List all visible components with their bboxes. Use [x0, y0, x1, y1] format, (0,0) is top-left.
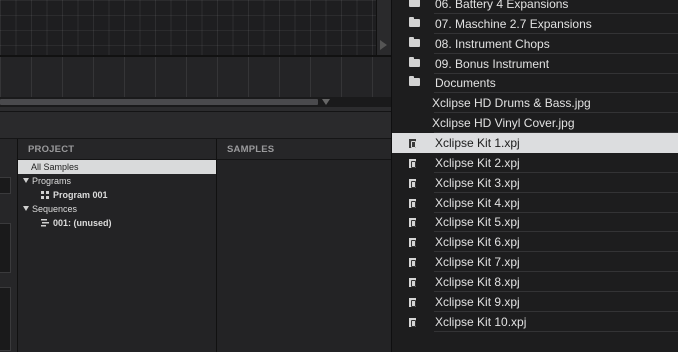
scroll-down-arrow-icon[interactable] [322, 99, 330, 105]
file-icon [409, 198, 416, 208]
tree-item-program-001[interactable]: Program 001 [18, 188, 216, 202]
browser-item[interactable]: Xclipse Kit 10.xpj [392, 312, 678, 332]
folder-icon [409, 16, 420, 27]
scroll-right-arrow-icon[interactable] [380, 40, 387, 50]
panel-toolbar [0, 112, 391, 139]
expand-triangle-icon[interactable] [23, 206, 29, 212]
file-icon [409, 218, 416, 228]
browser-item-label: Xclipse HD Drums & Bass.jpg [432, 96, 591, 111]
tree-item-programs[interactable]: Programs [18, 174, 216, 188]
browser-item[interactable]: Xclipse Kit 4.xpj [392, 193, 678, 213]
browser-item-label: Xclipse Kit 7.xpj [435, 255, 520, 270]
horizontal-scrollbar[interactable] [0, 97, 391, 107]
browser-item[interactable]: Xclipse Kit 1.xpj [392, 132, 678, 153]
row-divider [434, 330, 678, 332]
tree-item-label: 001: (unused) [53, 218, 112, 228]
tree-item-label: Programs [32, 176, 72, 186]
browser-item[interactable]: Xclipse HD Vinyl Cover.jpg [392, 113, 678, 134]
file-icon [409, 158, 416, 168]
browser-item[interactable]: 07. Maschine 2.7 Expansions [392, 14, 678, 34]
file-icon [409, 317, 416, 327]
scrollbar-thumb[interactable] [0, 99, 318, 105]
file-icon [409, 178, 416, 188]
browser-item[interactable]: Documents [392, 73, 678, 94]
file-icon [409, 277, 416, 287]
browser-item-label: 08. Instrument Chops [435, 36, 550, 51]
vertical-scrollbar[interactable] [376, 0, 391, 55]
side-strip [0, 139, 18, 352]
browser-item-label: Xclipse Kit 3.xpj [435, 175, 520, 190]
tree-item-sequence-001[interactable]: 001: (unused) [18, 216, 216, 230]
file-icon [409, 258, 416, 268]
tree-item-all-samples[interactable]: All Samples [18, 160, 216, 174]
browser-item-label: 07. Maschine 2.7 Expansions [435, 16, 592, 31]
browser-item[interactable]: 09. Bonus Instrument [392, 54, 678, 74]
browser-item-label: Xclipse Kit 1.xpj [435, 135, 520, 150]
folder-icon [409, 0, 420, 7]
browser-item[interactable]: Xclipse Kit 6.xpj [392, 232, 678, 253]
project-panel: PROJECT All Samples Programs Program 001… [18, 139, 217, 352]
browser-item[interactable]: Xclipse Kit 5.xpj [392, 212, 678, 233]
expand-triangle-icon[interactable] [23, 178, 29, 184]
browser-item[interactable]: 08. Instrument Chops [392, 34, 678, 54]
browser-item[interactable]: Xclipse Kit 3.xpj [392, 173, 678, 193]
browser-item-label: Xclipse Kit 5.xpj [435, 215, 520, 230]
sequence-icon [41, 218, 49, 227]
browser-item-label: 06. Battery 4 Expansions [435, 0, 569, 11]
browser-item-label: Xclipse Kit 6.xpj [435, 235, 520, 250]
browser-item-label: Xclipse Kit 2.xpj [435, 155, 520, 170]
file-icon [409, 297, 416, 307]
browser-item[interactable]: Xclipse HD Drums & Bass.jpg [392, 93, 678, 114]
browser-item[interactable]: Xclipse Kit 2.xpj [392, 153, 678, 173]
grid-editor[interactable] [0, 0, 376, 55]
file-icon [409, 138, 416, 148]
file-browser: 06. Battery 4 Expansions 07. Maschine 2.7… [391, 0, 678, 352]
strip-control[interactable] [0, 287, 11, 351]
tree-item-label: Program 001 [53, 190, 108, 200]
samples-header: SAMPLES [217, 139, 391, 160]
browser-item-label: Xclipse Kit 10.xpj [435, 314, 527, 329]
browser-item[interactable]: 06. Battery 4 Expansions [392, 0, 678, 14]
browser-item[interactable]: Xclipse Kit 8.xpj [392, 272, 678, 292]
strip-control[interactable] [0, 223, 11, 273]
browser-item-label: Xclipse Kit 4.xpj [435, 195, 520, 210]
samples-panel: SAMPLES [217, 139, 391, 352]
browser-item-label: Xclipse Kit 9.xpj [435, 294, 520, 309]
browser-item[interactable]: Xclipse Kit 7.xpj [392, 252, 678, 273]
browser-item-label: Xclipse Kit 8.xpj [435, 274, 520, 289]
folder-icon [409, 56, 420, 67]
folder-icon [409, 36, 420, 47]
tree-item-label: Sequences [32, 204, 78, 214]
browser-item[interactable]: Xclipse Kit 9.xpj [392, 292, 678, 312]
tree-item-sequences[interactable]: Sequences [18, 202, 216, 216]
pad-grid-icon [41, 190, 49, 199]
timeline-lane[interactable] [0, 57, 391, 97]
project-header: PROJECT [18, 139, 216, 160]
tree-item-label: All Samples [31, 162, 79, 172]
browser-item-label: Xclipse HD Vinyl Cover.jpg [432, 116, 575, 131]
browser-item-label: Documents [435, 76, 496, 91]
folder-icon [409, 76, 420, 87]
main-editor-area: PROJECT All Samples Programs Program 001… [0, 0, 391, 352]
strip-control[interactable] [0, 177, 11, 194]
file-icon [409, 238, 416, 248]
browser-item-label: 09. Bonus Instrument [435, 56, 550, 71]
